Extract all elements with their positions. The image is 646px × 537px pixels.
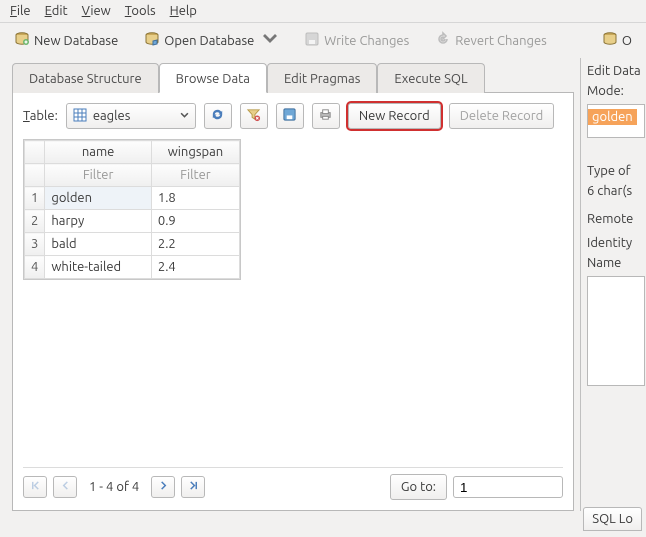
type-line1: Type of bbox=[587, 164, 646, 178]
prev-page-button[interactable] bbox=[53, 476, 77, 498]
refresh-button[interactable] bbox=[204, 103, 232, 129]
table-icon bbox=[73, 108, 87, 125]
goto-input[interactable] bbox=[453, 476, 563, 498]
col-header-wingspan[interactable]: wingspan bbox=[151, 141, 239, 164]
cell[interactable]: golden bbox=[45, 187, 152, 210]
last-page-icon bbox=[188, 480, 199, 494]
write-changes-button: Write Changes bbox=[300, 29, 413, 52]
tabbar: Database Structure Browse Data Edit Prag… bbox=[12, 62, 574, 93]
corner-header bbox=[25, 141, 45, 164]
cell[interactable]: 0.9 bbox=[151, 210, 239, 233]
next-page-icon bbox=[158, 480, 169, 494]
table-row: 3 bald 2.2 bbox=[25, 233, 240, 256]
open-database-label: Open Database bbox=[164, 34, 254, 48]
filter-wingspan[interactable]: Filter bbox=[151, 164, 239, 187]
filter-clear-icon bbox=[246, 107, 261, 125]
database-open-icon bbox=[144, 31, 160, 50]
cell[interactable]: 2.4 bbox=[151, 256, 239, 279]
side-panel: Edit Data Mode: golden Type of 6 char(s … bbox=[580, 58, 646, 511]
chevron-down-icon bbox=[180, 109, 189, 123]
refresh-icon bbox=[210, 107, 225, 125]
table-row: 2 harpy 0.9 bbox=[25, 210, 240, 233]
table-row: 4 white-tailed 2.4 bbox=[25, 256, 240, 279]
name-listbox[interactable] bbox=[587, 276, 645, 386]
tab-execute-sql[interactable]: Execute SQL bbox=[377, 63, 484, 93]
save-table-button[interactable] bbox=[276, 103, 304, 129]
new-database-button[interactable]: New Database bbox=[10, 29, 122, 52]
filter-name[interactable]: Filter bbox=[45, 164, 152, 187]
new-database-label: New Database bbox=[34, 34, 118, 48]
print-icon bbox=[318, 107, 333, 125]
remote-label: Remote bbox=[587, 212, 646, 226]
prev-page-icon bbox=[60, 480, 71, 494]
tab-browse-data[interactable]: Browse Data bbox=[159, 63, 267, 93]
save-icon bbox=[304, 31, 320, 50]
database-icon bbox=[602, 31, 618, 50]
col-header-name[interactable]: name bbox=[45, 141, 152, 164]
edit-selected-value: golden bbox=[588, 109, 637, 125]
mode-label: Mode: bbox=[587, 84, 646, 98]
first-page-button[interactable] bbox=[23, 476, 47, 498]
table-selector[interactable]: eagles bbox=[66, 103, 196, 129]
first-page-icon bbox=[30, 480, 41, 494]
revert-icon bbox=[435, 31, 451, 50]
cell[interactable]: 1.8 bbox=[151, 187, 239, 210]
main-toolbar: New Database Open Database Write Changes… bbox=[0, 23, 646, 58]
database-new-icon bbox=[14, 31, 30, 50]
write-changes-label: Write Changes bbox=[324, 34, 409, 48]
clear-filter-button[interactable] bbox=[240, 103, 268, 129]
delete-record-button: Delete Record bbox=[449, 103, 555, 129]
browse-data-panel: Table: eagles bbox=[12, 93, 574, 511]
menu-help[interactable]: Help bbox=[170, 4, 197, 18]
extra-toolbar-button[interactable]: O bbox=[598, 29, 636, 52]
type-line2: 6 char(s bbox=[587, 184, 646, 198]
save-table-icon bbox=[282, 107, 297, 125]
revert-changes-label: Revert Changes bbox=[455, 34, 547, 48]
name-label: Name bbox=[587, 256, 646, 270]
sql-log-tab[interactable]: SQL Lo bbox=[583, 507, 642, 531]
data-grid[interactable]: name wingspan Filter Filter 1 bbox=[23, 139, 241, 280]
pager-status: 1 - 4 of 4 bbox=[89, 480, 139, 494]
menu-view[interactable]: View bbox=[82, 4, 111, 18]
cell[interactable]: bald bbox=[45, 233, 152, 256]
cell[interactable]: white-tailed bbox=[45, 256, 152, 279]
open-database-dropdown-icon[interactable] bbox=[262, 31, 278, 50]
menubar: File Edit View Tools Help bbox=[0, 0, 646, 23]
last-page-button[interactable] bbox=[181, 476, 205, 498]
open-database-button[interactable]: Open Database bbox=[140, 29, 282, 52]
identity-label: Identity bbox=[587, 236, 646, 250]
tab-database-structure[interactable]: Database Structure bbox=[12, 63, 159, 93]
edit-value-box[interactable]: golden bbox=[587, 104, 645, 138]
revert-changes-button: Revert Changes bbox=[431, 29, 551, 52]
next-page-button[interactable] bbox=[151, 476, 175, 498]
new-record-button[interactable]: New Record bbox=[348, 103, 441, 129]
table-selector-value: eagles bbox=[93, 109, 131, 123]
goto-button[interactable]: Go to: bbox=[390, 474, 447, 500]
cell[interactable]: harpy bbox=[45, 210, 152, 233]
table-label: Table: bbox=[23, 109, 58, 123]
menu-file[interactable]: File bbox=[10, 4, 31, 18]
edit-data-header: Edit Data bbox=[587, 64, 646, 78]
tab-edit-pragmas[interactable]: Edit Pragmas bbox=[267, 63, 377, 93]
table-row: 1 golden 1.8 bbox=[25, 187, 240, 210]
print-button[interactable] bbox=[312, 103, 340, 129]
cell[interactable]: 2.2 bbox=[151, 233, 239, 256]
pager: 1 - 4 of 4 Go to: bbox=[23, 467, 563, 500]
menu-edit[interactable]: Edit bbox=[45, 4, 68, 18]
menu-tools[interactable]: Tools bbox=[125, 4, 156, 18]
